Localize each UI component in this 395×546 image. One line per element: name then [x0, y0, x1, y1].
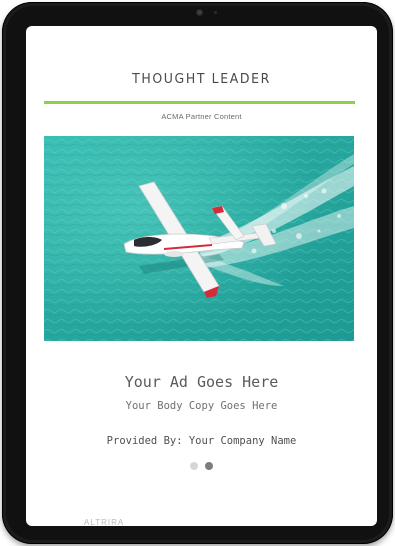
tablet-device-frame: THOUGHT LEADER ACMA Partner Content Your… — [2, 2, 393, 544]
ad-headline[interactable]: Your Ad Goes Here — [26, 373, 377, 391]
ad-screen: THOUGHT LEADER ACMA Partner Content Your… — [26, 26, 377, 526]
front-camera-icon — [196, 9, 203, 16]
hero-image[interactable] — [44, 136, 354, 341]
brand-title: THOUGHT LEADER — [132, 70, 271, 87]
carousel-dot-2[interactable] — [205, 462, 213, 470]
sensor-icon — [214, 11, 217, 14]
ad-body-copy: Your Body Copy Goes Here — [125, 400, 278, 412]
carousel-dot-1[interactable] — [190, 462, 198, 470]
accent-divider — [44, 101, 355, 104]
partner-content-label: ACMA Partner Content — [161, 112, 242, 121]
next-slide-peek-text: ALTRIRA — [84, 518, 125, 526]
provided-by-line[interactable]: Provided By: Your Company Name — [26, 435, 377, 447]
carousel-pagination — [26, 462, 377, 470]
seaplane-over-water-image — [44, 136, 354, 341]
